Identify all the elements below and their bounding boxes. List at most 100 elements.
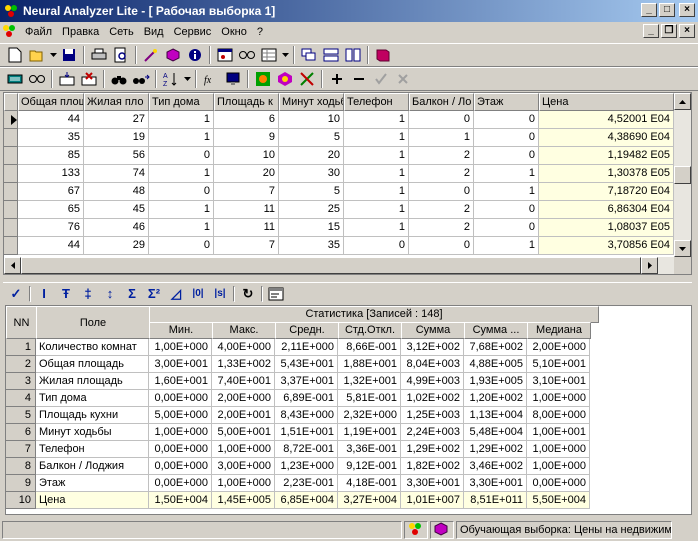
mdi-doc-icon[interactable] (2, 24, 18, 40)
column-header[interactable]: Этаж (474, 93, 539, 111)
table-cell[interactable]: 1,08037 E05 (539, 219, 674, 237)
find-button[interactable] (108, 68, 130, 90)
table-cell[interactable]: 1 (149, 129, 214, 147)
column-header[interactable]: Минут ходьб (279, 93, 344, 111)
row-indicator[interactable] (4, 237, 18, 255)
table-cell[interactable]: 10 (279, 111, 344, 129)
maximize-button[interactable]: □ (659, 3, 675, 17)
monitor-button[interactable] (222, 68, 244, 90)
stat-max-button[interactable]: Ŧ (55, 283, 77, 305)
scroll-right-button[interactable] (641, 257, 658, 274)
tile-horizontal-button[interactable] (320, 44, 342, 66)
scroll-down-button[interactable] (674, 240, 691, 257)
cascade-button[interactable] (298, 44, 320, 66)
row-indicator[interactable] (4, 183, 18, 201)
table-cell[interactable]: 1 (474, 183, 539, 201)
train-button[interactable] (252, 68, 274, 90)
stat-column-header[interactable]: Сумма ... (464, 322, 528, 339)
table-cell[interactable]: 0 (409, 111, 474, 129)
table-row[interactable]: 133 74 1 20 30 1 2 1 1,30378 E05 (4, 165, 674, 183)
table-row[interactable]: 85 56 0 10 20 1 2 0 1,19482 E05 (4, 147, 674, 165)
table-cell[interactable]: 9 (214, 129, 279, 147)
table-row[interactable]: 44 27 1 6 10 1 0 0 4,52001 E04 (4, 111, 674, 129)
sort-button[interactable]: AZ (160, 68, 182, 90)
table-cell[interactable]: 1 (149, 201, 214, 219)
table-cell[interactable]: 30 (279, 165, 344, 183)
column-header[interactable]: Жилая пло (84, 93, 149, 111)
table-cell[interactable]: 20 (279, 147, 344, 165)
table-row[interactable]: 65 45 1 11 25 1 2 0 6,86304 E04 (4, 201, 674, 219)
close-button[interactable]: × (679, 3, 695, 17)
table-row[interactable]: 44 29 0 7 35 0 0 1 3,70856 E04 (4, 237, 674, 255)
menu-view[interactable]: Вид (139, 23, 169, 41)
scroll-up-button[interactable] (674, 93, 691, 110)
stat-min-button[interactable]: I (33, 283, 55, 305)
horizontal-scrollbar[interactable] (4, 257, 674, 274)
stat-column-header[interactable]: Стд.Откл. (338, 322, 402, 339)
stat-sum-squares-button[interactable]: Σ² (143, 283, 165, 305)
cancel-button[interactable] (392, 68, 414, 90)
view-dropdown[interactable] (280, 44, 290, 66)
insert-row-button[interactable] (56, 68, 78, 90)
table-cell[interactable]: 0 (474, 129, 539, 147)
table-cell[interactable]: 1 (344, 183, 409, 201)
data-window-button[interactable] (214, 44, 236, 66)
table-cell[interactable]: 1 (474, 165, 539, 183)
info-button[interactable] (184, 44, 206, 66)
table-cell[interactable]: 7 (214, 237, 279, 255)
table-cell[interactable]: 5 (279, 183, 344, 201)
sort-dropdown[interactable] (182, 68, 192, 90)
stat-row[interactable]: 2 Общая площадь 3,00E+001 1,33E+002 5,43E+00… (6, 356, 590, 373)
stat-distribution-button[interactable]: ◿ (165, 283, 187, 305)
data-grid[interactable]: Общая площ Жилая пло Тип дома Площадь к … (3, 92, 692, 275)
table-cell[interactable]: 10 (214, 147, 279, 165)
table-cell[interactable]: 20 (214, 165, 279, 183)
table-cell[interactable]: 27 (84, 111, 149, 129)
minimize-button[interactable]: _ (641, 3, 657, 17)
scroll-thumb[interactable] (674, 166, 691, 184)
scroll-left-button[interactable] (4, 257, 21, 274)
table-cell[interactable]: 0 (344, 237, 409, 255)
table-cell[interactable]: 7 (214, 183, 279, 201)
stat-row[interactable]: 6 Минут ходьбы 1,00E+000 5,00E+001 1,51E+001… (6, 424, 590, 441)
stat-row[interactable]: 8 Балкон / Лоджия 0,00E+000 3,00E+000 1,23E+… (6, 458, 590, 475)
table-cell[interactable]: 4,38690 E04 (539, 129, 674, 147)
column-header[interactable]: Балкон / Ло (409, 93, 474, 111)
table-cell[interactable]: 0 (149, 237, 214, 255)
book-button[interactable] (372, 44, 394, 66)
save-button[interactable] (58, 44, 80, 66)
table-cell[interactable]: 133 (18, 165, 84, 183)
table-cell[interactable]: 56 (84, 147, 149, 165)
hscroll-thumb[interactable] (21, 257, 641, 274)
stat-row[interactable]: 9 Этаж 0,00E+000 1,00E+000 2,23E-001 4,18E-00… (6, 475, 590, 492)
open-button[interactable] (26, 44, 48, 66)
table-cell[interactable]: 1 (344, 165, 409, 183)
menu-file[interactable]: Файл (20, 23, 57, 41)
table-cell[interactable]: 35 (279, 237, 344, 255)
view-button[interactable] (258, 44, 280, 66)
row-indicator[interactable] (4, 111, 18, 129)
stat-refresh-button[interactable]: ↻ (237, 283, 259, 305)
open-dropdown[interactable] (48, 44, 58, 66)
table-cell[interactable]: 29 (84, 237, 149, 255)
table-cell[interactable]: 7,18720 E04 (539, 183, 674, 201)
network-button[interactable] (140, 44, 162, 66)
glasses-button[interactable] (236, 44, 258, 66)
table-cell[interactable]: 76 (18, 219, 84, 237)
table-cell[interactable]: 5 (279, 129, 344, 147)
column-header[interactable]: Площадь к (214, 93, 279, 111)
stat-abs-button[interactable]: |0| (187, 283, 209, 305)
table-cell[interactable]: 3,70856 E04 (539, 237, 674, 255)
menu-network[interactable]: Сеть (104, 23, 138, 41)
glasses2-button[interactable] (26, 68, 48, 90)
tools-button[interactable] (296, 68, 318, 90)
formula-button[interactable]: fx (200, 68, 222, 90)
stat-properties-button[interactable] (265, 283, 287, 305)
add-record-button[interactable] (326, 68, 348, 90)
row-indicator[interactable] (4, 201, 18, 219)
table-cell[interactable]: 67 (18, 183, 84, 201)
table-cell[interactable]: 1 (409, 129, 474, 147)
table-row[interactable]: 35 19 1 9 5 1 1 0 4,38690 E04 (4, 129, 674, 147)
cube-button[interactable] (162, 44, 184, 66)
tile-vertical-button[interactable] (342, 44, 364, 66)
